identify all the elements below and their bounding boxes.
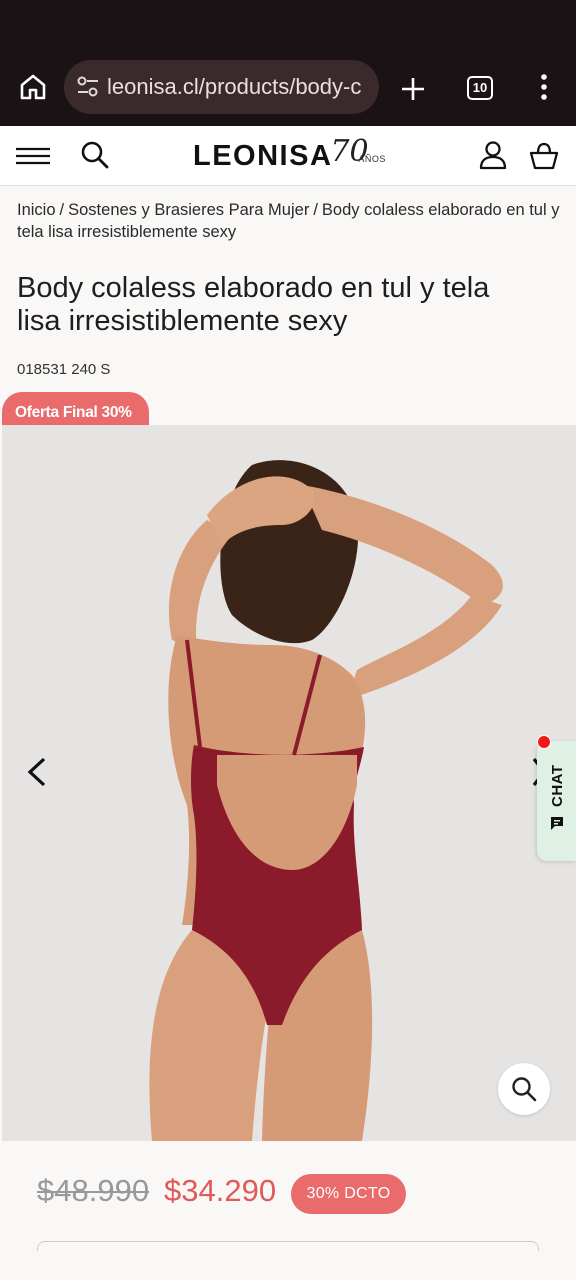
section-divider <box>37 1241 539 1251</box>
browser-toolbar: leonisa.cl/products/body-c 10 <box>0 52 576 126</box>
price-section: $48.990 $34.290 30% DCTO <box>0 1141 576 1280</box>
breadcrumb: Inicio / Sostenes y Brasieres Para Mujer / B… <box>17 199 562 243</box>
chat-bubble-icon <box>551 817 563 830</box>
menu-icon[interactable] <box>16 146 50 166</box>
address-bar[interactable]: leonisa.cl/products/body-c <box>64 60 379 114</box>
home-icon[interactable] <box>18 72 48 102</box>
zoom-button[interactable] <box>498 1063 550 1115</box>
account-icon[interactable] <box>478 140 508 170</box>
discount-badge: 30% DCTO <box>291 1174 406 1214</box>
chat-label: CHAT <box>549 764 566 807</box>
brand-logo[interactable]: LEONISA 70 AÑOS <box>193 134 388 174</box>
new-tab-icon[interactable] <box>398 74 428 104</box>
search-icon[interactable] <box>80 140 110 170</box>
product-sku: 018531 240 S <box>17 361 111 378</box>
product-image-gallery[interactable] <box>2 425 576 1141</box>
shopping-bag-icon[interactable] <box>528 140 560 172</box>
url-text: leonisa.cl/products/body-c <box>107 74 362 99</box>
zoom-icon <box>512 1077 537 1102</box>
product-photo <box>2 425 576 1141</box>
breadcrumb-item-category[interactable]: Sostenes y Brasieres Para Mujer <box>68 201 309 219</box>
sale-price: $34.290 <box>164 1173 277 1208</box>
product-title: Body colaless elaborado en tul y tela li… <box>17 272 490 337</box>
previous-image-arrow[interactable] <box>24 755 50 789</box>
breadcrumb-item-inicio[interactable]: Inicio <box>17 201 56 219</box>
site-settings-icon[interactable] <box>76 76 100 98</box>
chat-widget-tab[interactable]: CHAT <box>537 735 576 861</box>
breadcrumb-separator: / <box>59 201 65 219</box>
breadcrumb-separator: / <box>313 201 318 219</box>
status-bar <box>0 0 576 52</box>
site-header: LEONISA 70 AÑOS <box>0 126 576 186</box>
tab-switcher-button[interactable]: 10 <box>467 76 493 100</box>
more-options-icon[interactable] <box>534 72 554 102</box>
notification-dot <box>537 735 551 749</box>
brand-name: LEONISA <box>193 139 333 172</box>
original-price: $48.990 <box>37 1173 150 1208</box>
anniversary-mark: 70 AÑOS <box>330 134 386 169</box>
